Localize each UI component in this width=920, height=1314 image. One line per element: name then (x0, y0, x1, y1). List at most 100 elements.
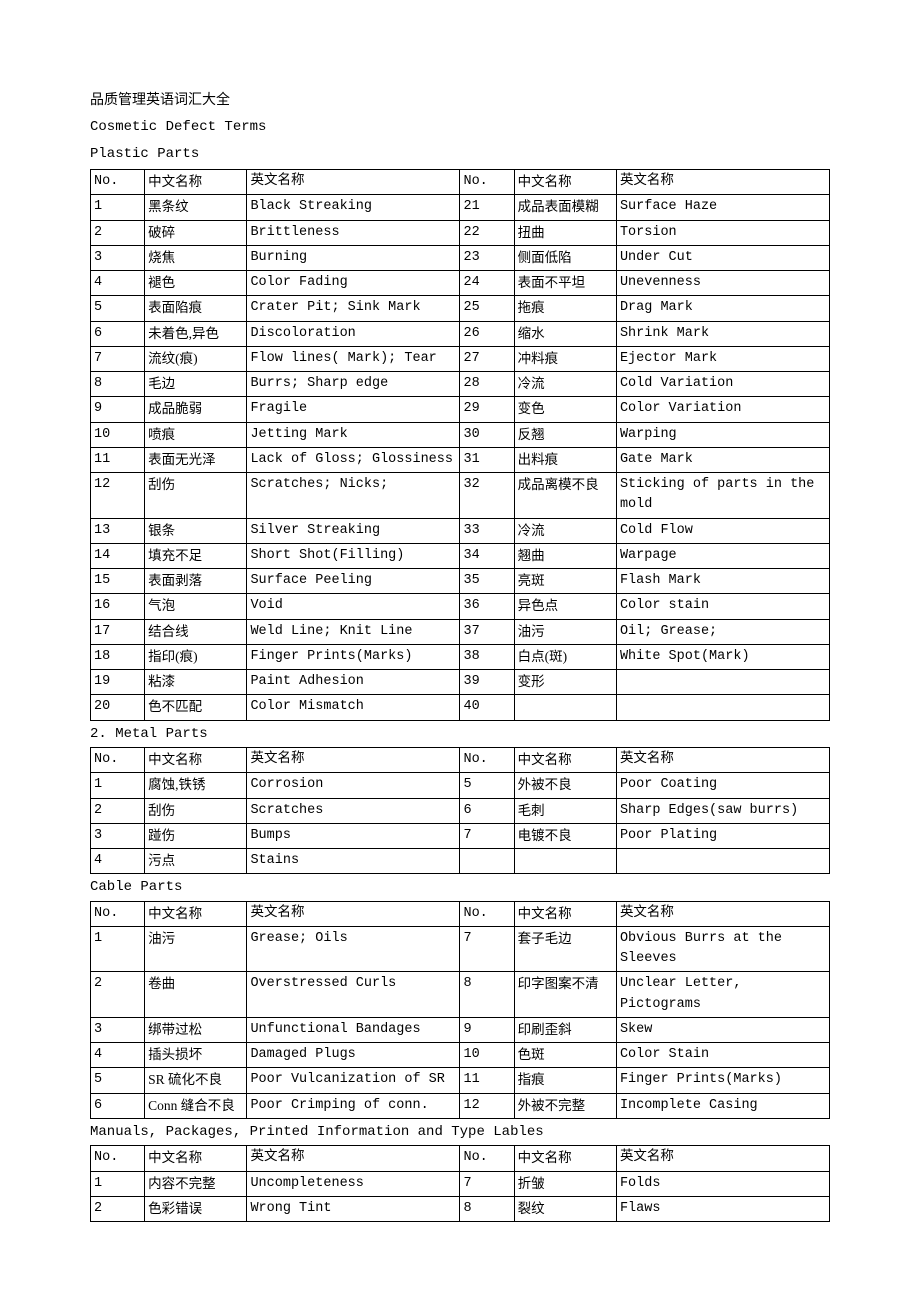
cell-en: Warping (616, 422, 829, 447)
title-en-2: Plastic Parts (90, 143, 830, 165)
cell-no: 28 (460, 372, 514, 397)
table-row: 3烧焦Burning23侧面低陷Under Cut (91, 245, 830, 270)
title-en-1: Cosmetic Defect Terms (90, 116, 830, 138)
cell-en: Crater Pit; Sink Mark (247, 296, 460, 321)
cell-en: Color stain (616, 594, 829, 619)
col-no: No. (460, 1146, 514, 1171)
cell-cn: 外被不完整 (514, 1093, 616, 1118)
cell-no: 3 (91, 1017, 145, 1042)
cell-no: 25 (460, 296, 514, 321)
col-cn: 中文名称 (145, 170, 247, 195)
cell-en: Black Streaking (247, 195, 460, 220)
cell-cn: 插头损坏 (145, 1043, 247, 1068)
cell-no: 37 (460, 619, 514, 644)
table-row: 8毛边Burrs; Sharp edge28冷流Cold Variation (91, 372, 830, 397)
cell-en: Incomplete Casing (616, 1093, 829, 1118)
cell-en: Cold Variation (616, 372, 829, 397)
col-no: No. (460, 170, 514, 195)
table-row: 4褪色Color Fading24表面不平坦Unevenness (91, 271, 830, 296)
cell-en: Weld Line; Knit Line (247, 619, 460, 644)
col-no: No. (91, 1146, 145, 1171)
cell-en: Surface Peeling (247, 569, 460, 594)
cell-en: Folds (616, 1171, 829, 1196)
cell-no: 6 (91, 321, 145, 346)
table-row: 5表面陷痕Crater Pit; Sink Mark25拖痕Drag Mark (91, 296, 830, 321)
table-row: 3踫伤Bumps7电镀不良Poor Plating (91, 823, 830, 848)
col-en: 英文名称 (616, 748, 829, 773)
cell-no: 24 (460, 271, 514, 296)
cell-no: 12 (460, 1093, 514, 1118)
cell-no: 17 (91, 619, 145, 644)
cell-no: 5 (460, 773, 514, 798)
col-no: No. (460, 748, 514, 773)
col-cn: 中文名称 (514, 170, 616, 195)
cell-no: 10 (91, 422, 145, 447)
cell-no: 13 (91, 518, 145, 543)
cell-no: 20 (91, 695, 145, 720)
cell-en: Scratches; Nicks; (247, 473, 460, 519)
col-en: 英文名称 (616, 901, 829, 926)
cell-cn: 结合线 (145, 619, 247, 644)
cell-cn: 色不匹配 (145, 695, 247, 720)
cell-cn: 电镀不良 (514, 823, 616, 848)
table-row: 6Conn 缝合不良Poor Crimping of conn.12外被不完整I… (91, 1093, 830, 1118)
cell-en: Void (247, 594, 460, 619)
table-row: 12刮伤Scratches; Nicks;32成品离模不良Sticking of… (91, 473, 830, 519)
cell-en: Unclear Letter, Pictograms (616, 972, 829, 1018)
cell-no: 7 (460, 1171, 514, 1196)
table-row: 17结合线Weld Line; Knit Line37油污Oil; Grease… (91, 619, 830, 644)
cell-no: 38 (460, 644, 514, 669)
cell-no: 3 (91, 245, 145, 270)
cell-no: 1 (91, 773, 145, 798)
cell-en: Color Stain (616, 1043, 829, 1068)
table-row: 1油污Grease; Oils7套子毛边Obvious Burrs at the… (91, 926, 830, 972)
cell-cn: 表面不平坦 (514, 271, 616, 296)
table-row: 13银条Silver Streaking33冷流Cold Flow (91, 518, 830, 543)
cell-cn: 色彩错误 (145, 1196, 247, 1221)
cell-cn: 色斑 (514, 1043, 616, 1068)
table-row: 10喷痕Jetting Mark30反翘Warping (91, 422, 830, 447)
cell-no: 2 (91, 220, 145, 245)
cell-cn: 银条 (145, 518, 247, 543)
cell-no: 40 (460, 695, 514, 720)
cell-cn: 黑条纹 (145, 195, 247, 220)
col-cn: 中文名称 (514, 748, 616, 773)
cell-no: 12 (91, 473, 145, 519)
cell-en: Jetting Mark (247, 422, 460, 447)
cell-en (616, 670, 829, 695)
cell-en: Poor Plating (616, 823, 829, 848)
cell-no: 22 (460, 220, 514, 245)
cell-cn: 套子毛边 (514, 926, 616, 972)
cell-cn: 裂纹 (514, 1196, 616, 1221)
cell-en: Skew (616, 1017, 829, 1042)
cell-cn (514, 695, 616, 720)
cell-en: Burning (247, 245, 460, 270)
cell-en: White Spot(Mark) (616, 644, 829, 669)
cell-en: Finger Prints(Marks) (247, 644, 460, 669)
col-en: 英文名称 (247, 1146, 460, 1171)
col-cn: 中文名称 (514, 1146, 616, 1171)
col-en: 英文名称 (616, 1146, 829, 1171)
col-en: 英文名称 (616, 170, 829, 195)
section-manuals: Manuals, Packages, Printed Information a… (90, 1121, 830, 1143)
cell-en: Stains (247, 849, 460, 874)
cell-cn (514, 849, 616, 874)
cell-cn: 出料痕 (514, 447, 616, 472)
cell-no: 34 (460, 543, 514, 568)
cell-cn: 卷曲 (145, 972, 247, 1018)
cell-no: 6 (91, 1093, 145, 1118)
cell-no: 26 (460, 321, 514, 346)
cell-cn: 翘曲 (514, 543, 616, 568)
cell-en: Brittleness (247, 220, 460, 245)
cell-cn: 冷流 (514, 518, 616, 543)
cell-en: Oil; Grease; (616, 619, 829, 644)
cell-no: 2 (91, 972, 145, 1018)
cell-en: Poor Coating (616, 773, 829, 798)
cell-no: 33 (460, 518, 514, 543)
cell-cn: 喷痕 (145, 422, 247, 447)
cell-cn: 扭曲 (514, 220, 616, 245)
table-row: 4污点Stains (91, 849, 830, 874)
cell-cn: 粘漆 (145, 670, 247, 695)
col-en: 英文名称 (247, 901, 460, 926)
cell-no (460, 849, 514, 874)
